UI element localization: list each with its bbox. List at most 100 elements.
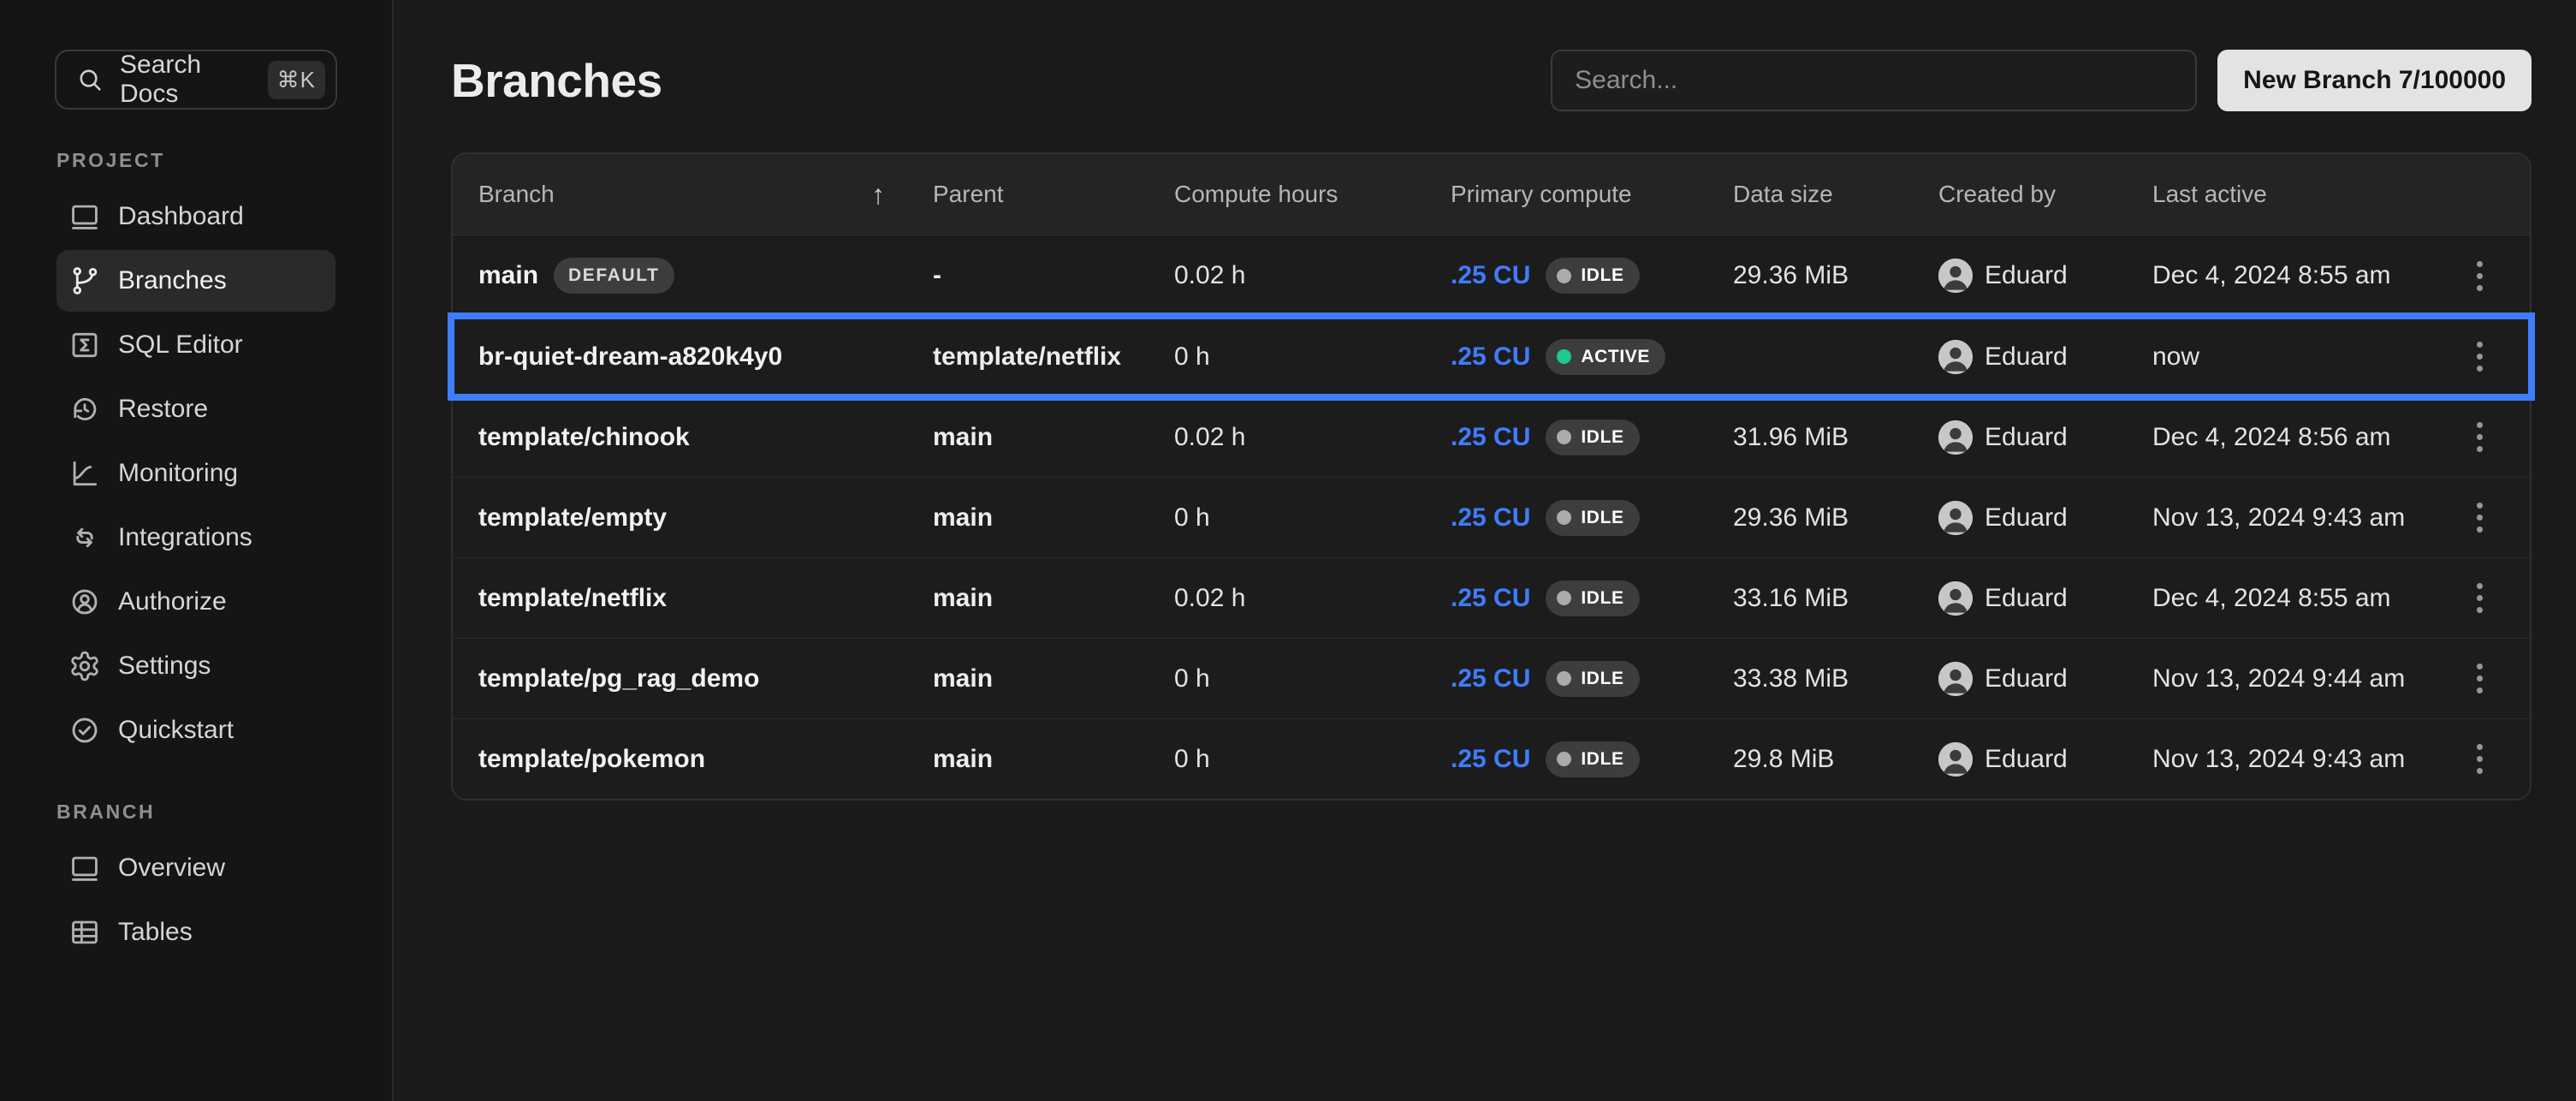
avatar xyxy=(1938,501,1973,535)
row-menu-kebab-icon[interactable] xyxy=(2468,655,2491,702)
status-badge: ACTIVE xyxy=(1546,339,1665,375)
data-size-cell: 33.16 MiB xyxy=(1733,584,1938,613)
column-header-label: Branch xyxy=(478,181,555,208)
created-by-cell: Eduard xyxy=(1938,501,2152,535)
new-branch-button[interactable]: New Branch 7/100000 xyxy=(2217,50,2531,111)
keyboard-shortcut-badge: ⌘K xyxy=(268,61,325,99)
avatar xyxy=(1938,420,1973,455)
parent-cell: main xyxy=(933,423,1174,452)
sidebar-item-tables[interactable]: Tables xyxy=(56,902,335,963)
sidebar-item-monitoring[interactable]: Monitoring xyxy=(56,443,335,504)
search-input[interactable] xyxy=(1551,50,2197,111)
tables-icon xyxy=(68,916,101,949)
branch-name: template/pokemon xyxy=(478,745,705,774)
data-size-cell: 31.96 MiB xyxy=(1733,423,1938,452)
branch-row-template/netflix[interactable]: template/netflixmain0.02 h.25 CUIDLE33.1… xyxy=(453,557,2530,638)
data-size-cell: 29.36 MiB xyxy=(1733,503,1938,533)
column-header-created-by[interactable]: Created by xyxy=(1938,181,2152,208)
sidebar-item-sql-editor[interactable]: SQL Editor xyxy=(56,314,335,376)
status-badge: IDLE xyxy=(1546,661,1639,697)
sidebar-item-overview[interactable]: Overview xyxy=(56,837,335,899)
last-active-cell: Nov 13, 2024 9:43 am xyxy=(2152,503,2449,533)
status-badge: IDLE xyxy=(1546,258,1639,294)
dashboard-icon xyxy=(68,200,101,233)
branch-cell: template/chinook xyxy=(478,423,933,452)
search-docs-label: Search Docs xyxy=(120,51,252,109)
parent-cell: main xyxy=(933,664,1174,693)
authorize-icon xyxy=(68,586,101,618)
table-body: mainDEFAULT-0.02 h.25 CUIDLE29.36 MiBEdu… xyxy=(453,235,2530,799)
column-header-parent[interactable]: Parent xyxy=(933,181,1174,208)
app: Search Docs ⌘K PROJECT Dashboard Branches S… xyxy=(0,0,2576,1101)
sidebar-item-label: Branches xyxy=(118,266,227,295)
sidebar-item-quickstart[interactable]: Quickstart xyxy=(56,699,335,761)
compute-units[interactable]: .25 CU xyxy=(1451,584,1530,613)
column-header-primary-compute[interactable]: Primary compute xyxy=(1451,181,1733,208)
status-label: IDLE xyxy=(1581,588,1623,609)
branch-name: br-quiet-dream-a820k4y0 xyxy=(478,342,782,372)
branch-cell: template/empty xyxy=(478,503,933,533)
compute-hours-cell: 0 h xyxy=(1174,664,1451,693)
compute-units[interactable]: .25 CU xyxy=(1451,423,1530,452)
creator-name: Eduard xyxy=(1985,664,2068,693)
branches-table: Branch ↑ ParentCompute hoursPrimary comput… xyxy=(451,152,2531,800)
last-active-cell: Dec 4, 2024 8:55 am xyxy=(2152,584,2449,613)
branch-name: template/netflix xyxy=(478,584,667,613)
sidebar-section-label: PROJECT xyxy=(56,149,392,172)
parent-cell: main xyxy=(933,745,1174,774)
row-menu-kebab-icon[interactable] xyxy=(2468,414,2491,461)
status-badge: IDLE xyxy=(1546,741,1639,777)
last-active-cell: now xyxy=(2152,342,2449,372)
branch-row-br-quiet-dream-a820k4y0[interactable]: br-quiet-dream-a820k4y0template/netflix0… xyxy=(453,316,2530,396)
sidebar-item-label: Settings xyxy=(118,652,211,681)
sidebar-item-branches[interactable]: Branches xyxy=(56,250,335,312)
row-menu-kebab-icon[interactable] xyxy=(2468,494,2491,541)
branch-name: template/empty xyxy=(478,503,667,533)
branch-name: template/chinook xyxy=(478,423,690,452)
compute-hours-cell: 0 h xyxy=(1174,342,1451,372)
compute-units[interactable]: .25 CU xyxy=(1451,664,1530,693)
compute-units[interactable]: .25 CU xyxy=(1451,745,1530,774)
compute-hours-cell: 0.02 h xyxy=(1174,423,1451,452)
branch-row-template/pokemon[interactable]: template/pokemonmain0 h.25 CUIDLE29.8 Mi… xyxy=(453,718,2530,799)
branch-name: main xyxy=(478,261,538,290)
column-header-compute-hours[interactable]: Compute hours xyxy=(1174,181,1451,208)
column-header-data-size[interactable]: Data size xyxy=(1733,181,1938,208)
compute-hours-cell: 0.02 h xyxy=(1174,261,1451,290)
row-menu-kebab-icon[interactable] xyxy=(2468,253,2491,300)
compute-units[interactable]: .25 CU xyxy=(1451,261,1530,290)
status-label: IDLE xyxy=(1581,508,1623,528)
avatar xyxy=(1938,662,1973,696)
branch-row-template/pg_rag_demo[interactable]: template/pg_rag_demomain0 h.25 CUIDLE33.… xyxy=(453,638,2530,718)
status-dot xyxy=(1557,510,1571,525)
created-by-cell: Eduard xyxy=(1938,581,2152,616)
creator-name: Eduard xyxy=(1985,745,2068,774)
status-dot xyxy=(1557,269,1571,283)
branch-row-template/chinook[interactable]: template/chinook main0.02 h.25 CUIDLE31.9… xyxy=(453,396,2530,477)
sidebar-item-settings[interactable]: Settings xyxy=(56,635,335,697)
branch-row-main[interactable]: mainDEFAULT-0.02 h.25 CUIDLE29.36 MiBEdu… xyxy=(453,235,2530,316)
sidebar-item-label: Dashboard xyxy=(118,202,244,231)
column-header-last-active[interactable]: Last active xyxy=(2152,181,2449,208)
compute-units[interactable]: .25 CU xyxy=(1451,503,1530,533)
row-menu-kebab-icon[interactable] xyxy=(2468,333,2491,380)
row-menu-kebab-icon[interactable] xyxy=(2468,574,2491,622)
settings-icon xyxy=(68,650,101,682)
compute-units[interactable]: .25 CU xyxy=(1451,342,1530,372)
created-by-cell: Eduard xyxy=(1938,340,2152,374)
created-by-cell: Eduard xyxy=(1938,662,2152,696)
sidebar-item-authorize[interactable]: Authorize xyxy=(56,571,335,633)
search-docs-button[interactable]: Search Docs ⌘K xyxy=(55,50,337,110)
column-header-branch[interactable]: Branch ↑ xyxy=(478,179,933,211)
row-menu-kebab-icon[interactable] xyxy=(2468,735,2491,783)
status-label: ACTIVE xyxy=(1581,347,1650,367)
sort-arrow-up-icon[interactable]: ↑ xyxy=(871,179,885,211)
branch-row-template/empty[interactable]: template/emptymain0 h.25 CUIDLE29.36 MiB… xyxy=(453,477,2530,557)
sidebar-item-dashboard[interactable]: Dashboard xyxy=(56,186,335,247)
sidebar-item-restore[interactable]: Restore xyxy=(56,378,335,440)
created-by-cell: Eduard xyxy=(1938,742,2152,777)
sidebar-item-label: Authorize xyxy=(118,587,227,616)
sidebar-item-integrations[interactable]: Integrations xyxy=(56,507,335,568)
primary-compute-cell: .25 CUIDLE xyxy=(1451,420,1733,455)
creator-name: Eduard xyxy=(1985,503,2068,533)
